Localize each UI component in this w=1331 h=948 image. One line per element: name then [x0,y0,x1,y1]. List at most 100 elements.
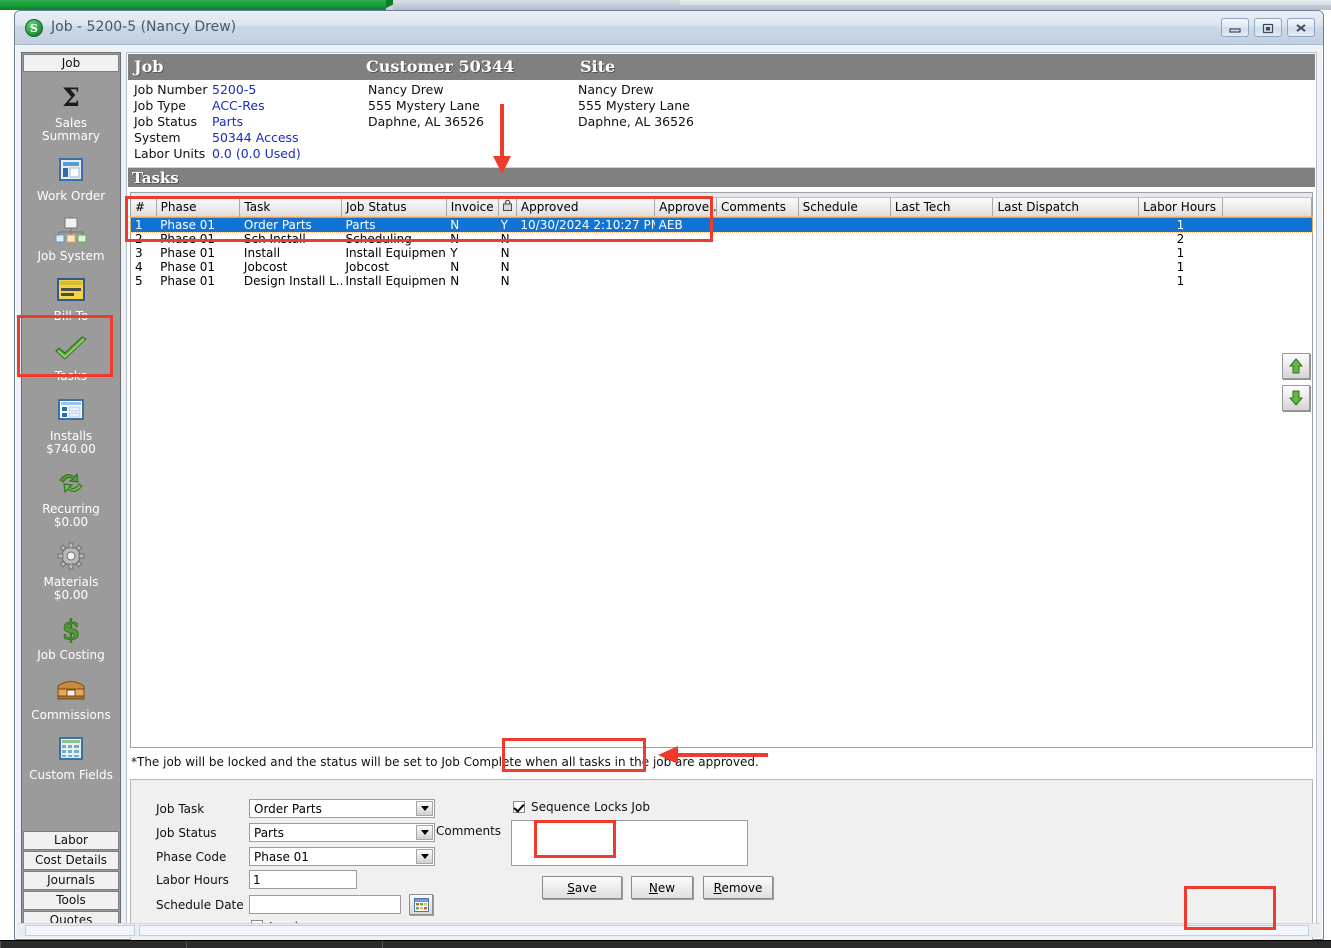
column-header-invoice[interactable]: Invoice [446,198,500,218]
sidebar-item-tasks[interactable]: Tasks [23,327,119,387]
cell-last-dispatch [992,217,1139,232]
sidebar-item-commissions[interactable]: Commissions [23,666,119,726]
dollar-icon: $ [25,612,117,646]
header-fields: Job Number 5200-5 Job Type ACC-Res Job S… [128,80,1315,167]
column-header-approver[interactable]: Approve... [654,198,717,218]
move-down-icon[interactable] [1282,385,1310,411]
schedule-date-input[interactable] [249,895,401,914]
close-icon[interactable] [1287,18,1315,37]
recurring-icon [25,466,117,500]
header-band: Job Customer 50344 Site [128,54,1315,80]
sidebar-button-cost-details[interactable]: Cost Details [23,851,119,870]
job-window: S Job - 5200-5 (Nancy Drew) Job Σ Sales … [14,10,1324,946]
column-header-schedule[interactable]: Schedule [798,198,891,218]
column-header-phase[interactable]: Phase [156,198,241,218]
cell-invoice: N [450,259,460,274]
sidebar-item-custom-fields[interactable]: Custom Fields [23,726,119,786]
cell-job-status: Install Equipment [345,273,447,288]
sidebar-item-job-system[interactable]: Job System [23,207,119,267]
comments-textarea[interactable] [511,820,748,866]
cell-phase: Phase 01 [160,273,216,288]
column-header-task[interactable]: Task [239,198,343,218]
cell-job-status: Install Equipment [345,245,447,260]
sidebar-item-bill-to[interactable]: Bill To [23,267,119,327]
system-value[interactable]: 50344 Access [212,130,299,145]
column-header-job-status[interactable]: Job Status [341,198,447,218]
cell-phase: Phase 01 [160,259,216,274]
installs-icon [25,393,117,427]
sidebar-item-job-costing[interactable]: $ Job Costing [23,606,119,666]
sidebar-item-sublabel: Summary [42,129,100,143]
table-row[interactable]: 5 Phase 01 Design Install L... Install E… [131,274,1312,288]
sequence-locks-job-label: Sequence Locks Job [531,800,650,814]
sidebar-item-materials[interactable]: Materials $0.00 [23,533,119,606]
cell-labor-hours: 1 [1176,273,1185,288]
cell-approved [516,246,654,260]
labor-hours-input[interactable]: 1 [249,870,357,889]
cell-approver [655,246,717,260]
sidebar-button-tools[interactable]: Tools [23,891,119,910]
lock-note: *The job will be locked and the status w… [131,755,759,769]
cell-approver [655,260,717,274]
save-button[interactable]: Save [542,876,622,899]
row-order-buttons [1282,353,1310,417]
job-type-value[interactable]: ACC-Res [212,98,265,113]
job-number-value[interactable]: 5200-5 [212,82,256,97]
work-order-icon [25,153,117,187]
maximize-icon[interactable] [1254,18,1282,37]
cell-filler [1222,217,1312,232]
taskbar-segment-3[interactable] [382,941,1331,948]
cell-comments [716,274,798,288]
remove-button[interactable]: Remove [703,876,773,899]
desktop-green-bar [0,0,393,10]
calendar-icon[interactable] [409,894,433,915]
column-header-filler[interactable] [1222,198,1313,218]
gear-icon [25,539,117,573]
screen-root: S Job - 5200-5 (Nancy Drew) Job Σ Sales … [0,0,1331,948]
phase-code-dropdown[interactable]: Phase 01 [249,847,435,866]
sequence-locks-job-checkbox[interactable] [513,801,525,813]
sidebar-button-labor[interactable]: Labor [23,831,119,850]
job-task-value: Order Parts [254,802,322,816]
remove-button-label: Remove [713,880,763,895]
tasks-grid[interactable]: # Phase Task Job Status Invoice Approved… [130,192,1313,748]
column-header-labor-hours[interactable]: Labor Hours [1138,198,1223,218]
sidebar-item-recurring[interactable]: Recurring $0.00 [23,460,119,533]
new-button[interactable]: New [631,876,693,899]
window-titlebar[interactable]: S Job - 5200-5 (Nancy Drew) [15,11,1323,45]
sidebar-item-work-order[interactable]: Work Order [23,147,119,207]
cell-task: Jobcost [243,259,288,274]
move-up-icon[interactable] [1282,353,1310,379]
column-header-comments[interactable]: Comments [716,198,799,218]
job-task-dropdown[interactable]: Order Parts [249,799,435,818]
lock-icon [503,199,512,212]
table-row[interactable]: 2 Phase 01 Sch Install Scheduling N N 2 [131,232,1312,246]
cell-num: 5 [135,273,143,288]
column-header-lock[interactable] [498,198,517,218]
chevron-down-icon[interactable] [416,825,433,840]
table-row[interactable]: 4 Phase 01 Jobcost Jobcost N N 1 [131,260,1312,274]
cell-labor-hours: 1 [1176,245,1185,260]
chevron-down-icon[interactable] [416,849,433,864]
labor-units-value[interactable]: 0.0 (0.0 Used) [212,146,301,161]
cell-schedule [798,274,890,288]
job-status-dropdown[interactable]: Parts [249,823,435,842]
job-status-value[interactable]: Parts [212,114,243,129]
sidebar-item-sales-summary[interactable]: Σ Sales Summary [23,74,119,147]
taskbar-segment-1[interactable] [0,941,186,948]
cell-filler [1222,274,1311,288]
column-header-last-dispatch[interactable]: Last Dispatch [992,198,1140,218]
column-header-approved[interactable]: Approved [516,198,656,218]
sidebar-item-installs[interactable]: Installs $740.00 [23,387,119,460]
taskbar-segment-2[interactable] [186,941,382,948]
minimize-icon[interactable] [1221,18,1249,37]
chevron-down-icon[interactable] [416,801,433,816]
column-header-last-tech[interactable]: Last Tech [890,198,994,218]
column-header-num[interactable]: # [131,198,157,218]
customer-name: Nancy Drew [368,82,444,97]
table-row[interactable]: 1 Phase 01 Order Parts Parts N Y 10/30/2… [130,216,1313,233]
sidebar-tab-job[interactable]: Job [23,54,119,72]
sidebar-item-sublabel: $0.00 [53,588,89,602]
table-row[interactable]: 3 Phase 01 Install Install Equipment Y N [131,246,1312,260]
sidebar-button-journals[interactable]: Journals [23,871,119,890]
